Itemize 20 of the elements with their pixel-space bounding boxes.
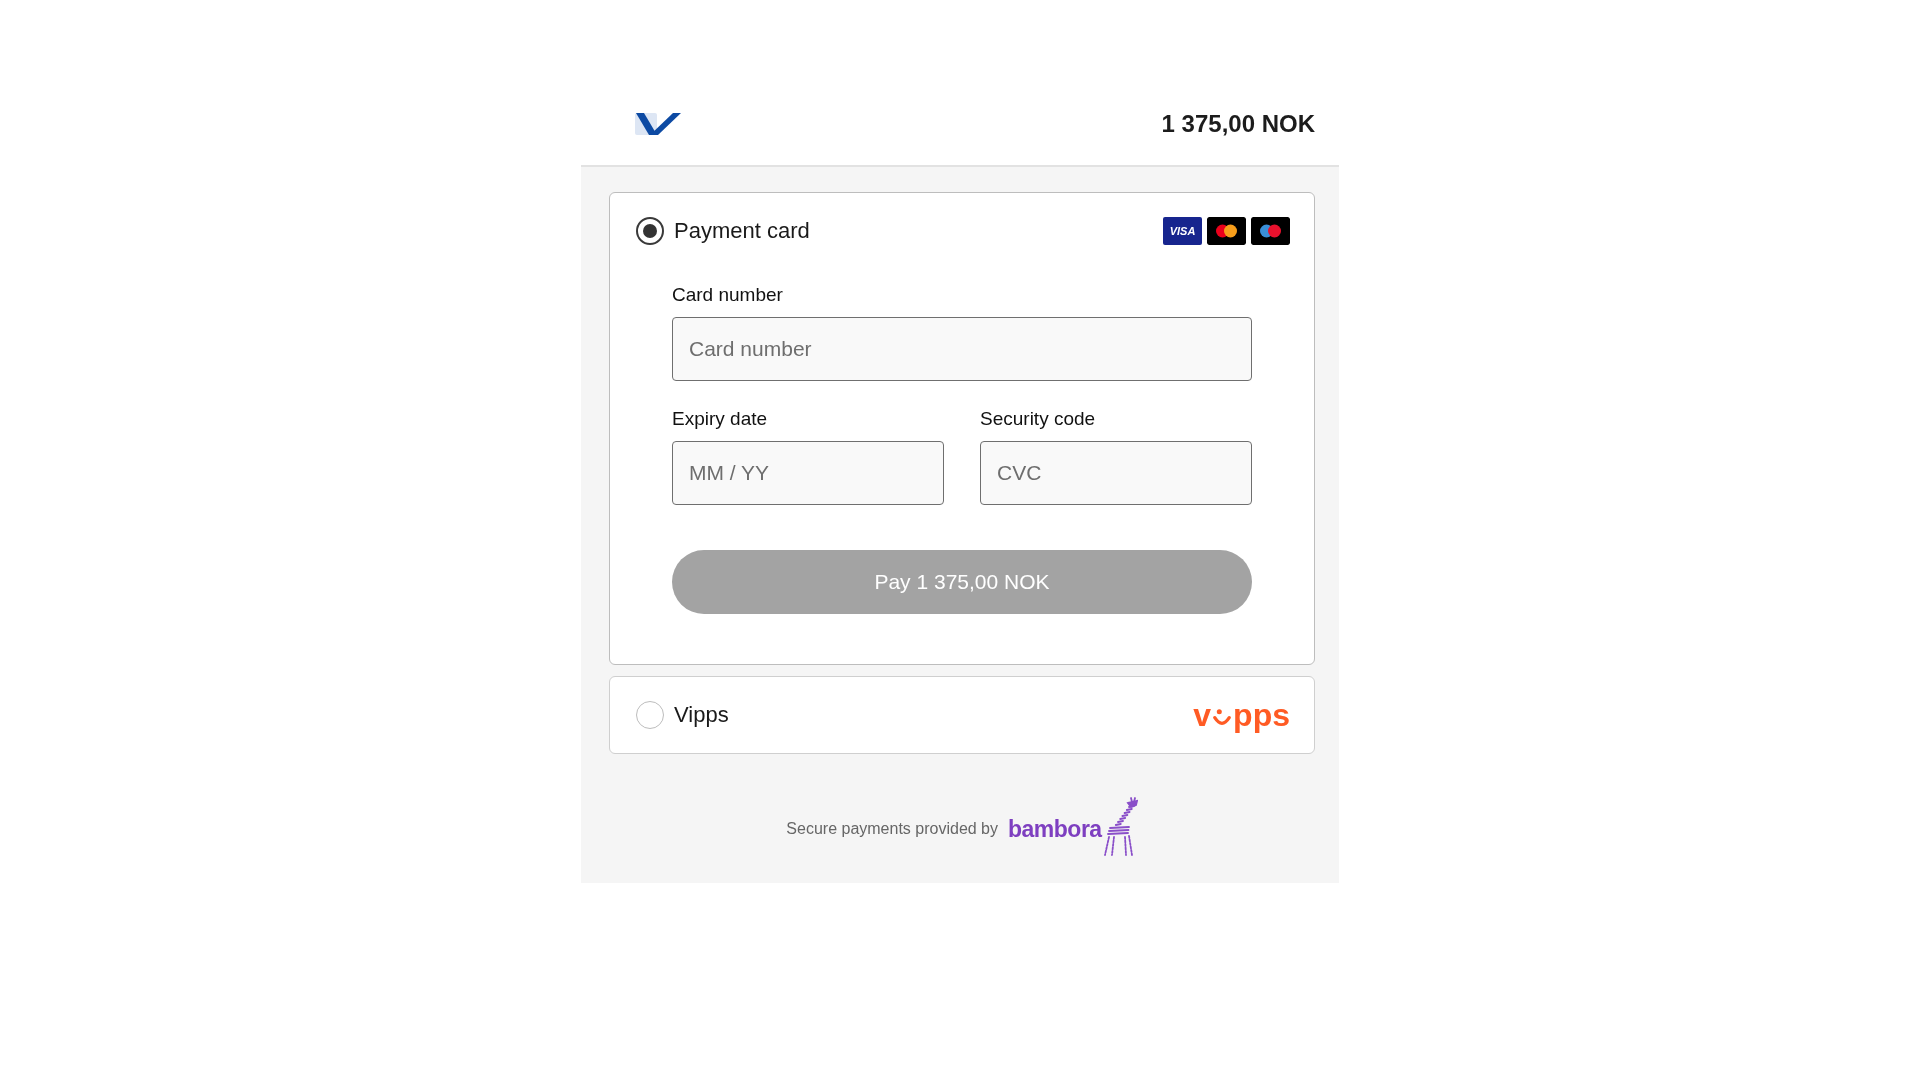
footer-text: Secure payments provided by (786, 820, 998, 838)
payment-method-label[interactable]: Vipps (674, 702, 729, 728)
logo-icon (635, 112, 681, 135)
overlapping-circles-icon (1207, 217, 1246, 245)
text-field[interactable]: Card number (672, 317, 1252, 381)
order-amount: 1 375,00 NOK (1161, 109, 1315, 138)
brand-wordmark: v (1193, 699, 1212, 731)
brand-wordmark: bambora (1008, 815, 1102, 843)
text-field[interactable]: MM / YY (672, 441, 944, 505)
overlapping-circles-icon (1251, 217, 1290, 245)
text-field[interactable]: CVC (980, 441, 1252, 505)
field-label: Expiry date (672, 408, 768, 430)
brand-wordmark: pps (1233, 699, 1290, 731)
card-brand-logo: VISA (1163, 217, 1202, 245)
field-label: Security code (980, 408, 1096, 430)
radio-button[interactable] (636, 701, 664, 729)
giraffe-icon (1101, 797, 1138, 857)
payment-method-label[interactable]: Payment card (674, 218, 810, 244)
radio-button[interactable] (636, 217, 664, 245)
field-label: Card number (672, 284, 783, 306)
